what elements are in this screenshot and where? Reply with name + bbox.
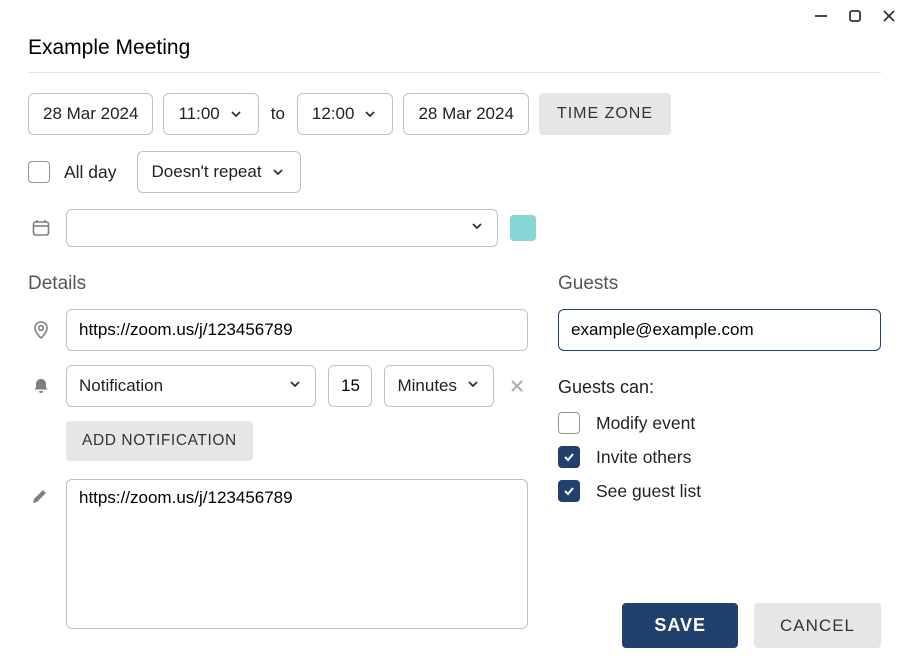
invite-others-label: Invite others: [596, 447, 691, 468]
chevron-down-icon: [287, 376, 303, 397]
notification-unit-value: Minutes: [397, 376, 457, 396]
details-heading: Details: [28, 273, 528, 295]
event-title-input[interactable]: [28, 28, 881, 73]
modify-event-checkbox[interactable]: [558, 412, 580, 434]
guests-can-heading: Guests can:: [558, 377, 881, 398]
end-time-picker[interactable]: 12:00: [297, 93, 394, 135]
location-icon: [28, 320, 54, 340]
notification-value-input[interactable]: [328, 365, 372, 407]
invite-others-checkbox[interactable]: [558, 446, 580, 468]
chevron-down-icon: [465, 376, 481, 397]
chevron-down-icon: [228, 106, 244, 122]
location-input[interactable]: [66, 309, 528, 351]
pencil-icon: [28, 479, 54, 629]
guests-input[interactable]: [558, 309, 881, 351]
timezone-button[interactable]: TIME ZONE: [539, 93, 671, 135]
cancel-button[interactable]: CANCEL: [754, 603, 881, 648]
calendar-icon: [28, 218, 54, 238]
notification-unit-select[interactable]: Minutes: [384, 365, 494, 407]
guests-heading: Guests: [558, 273, 881, 295]
remove-notification-button[interactable]: [506, 375, 528, 397]
repeat-value: Doesn't repeat: [152, 162, 262, 182]
maximize-icon[interactable]: [845, 6, 865, 26]
chevron-down-icon: [362, 106, 378, 122]
all-day-label: All day: [64, 162, 117, 183]
end-date-value: 28 Mar 2024: [418, 104, 513, 124]
start-time-value: 11:00: [178, 104, 219, 124]
calendar-color-swatch[interactable]: [510, 215, 536, 241]
bell-icon: [28, 376, 54, 396]
end-date-picker[interactable]: 28 Mar 2024: [403, 93, 528, 135]
modify-event-label: Modify event: [596, 413, 695, 434]
all-day-checkbox[interactable]: [28, 161, 50, 183]
save-button[interactable]: SAVE: [622, 603, 738, 648]
add-notification-button[interactable]: ADD NOTIFICATION: [66, 421, 253, 461]
start-time-picker[interactable]: 11:00: [163, 93, 258, 135]
close-window-icon[interactable]: [879, 6, 899, 26]
see-guest-list-checkbox[interactable]: [558, 480, 580, 502]
notification-type-select[interactable]: Notification: [66, 365, 316, 407]
minimize-icon[interactable]: [811, 6, 831, 26]
calendar-select[interactable]: [66, 209, 498, 247]
description-textarea[interactable]: [66, 479, 528, 629]
start-date-value: 28 Mar 2024: [43, 104, 138, 124]
to-label: to: [269, 104, 287, 124]
see-guest-list-label: See guest list: [596, 481, 701, 502]
chevron-down-icon: [469, 218, 485, 239]
notification-type-value: Notification: [79, 376, 163, 396]
repeat-select[interactable]: Doesn't repeat: [137, 151, 301, 193]
start-date-picker[interactable]: 28 Mar 2024: [28, 93, 153, 135]
end-time-value: 12:00: [312, 104, 355, 124]
chevron-down-icon: [270, 164, 286, 180]
